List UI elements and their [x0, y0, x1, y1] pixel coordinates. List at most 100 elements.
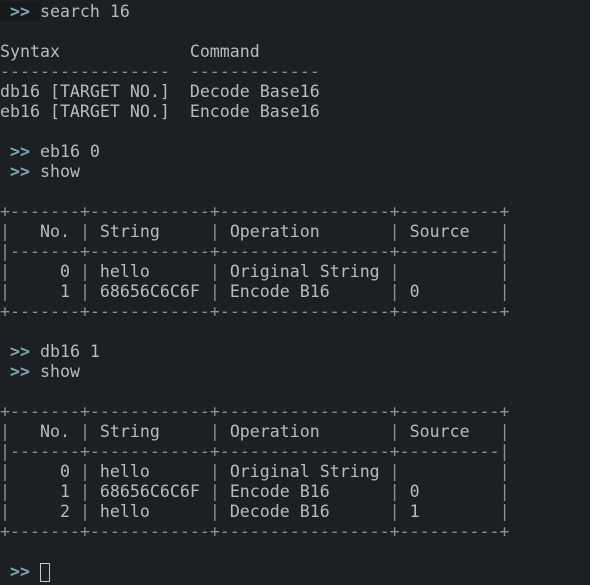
operation-cell: Encode B16	[219, 482, 390, 501]
search-divider: ----------------- -------------	[0, 62, 320, 82]
number-cell: 1	[10, 482, 80, 501]
border: +-------+------------+-----------------+…	[0, 402, 510, 421]
search-header: Syntax Command	[0, 42, 260, 62]
string-cell: String	[89, 422, 210, 441]
table-row: | 1 | 68656C6C6F | Encode B16 | 0 |	[0, 282, 510, 302]
separator: |-------+------------+-----------------+…	[0, 242, 510, 261]
cell-divider: |	[0, 222, 10, 241]
cell-divider: |	[79, 482, 90, 501]
table-border: +-------+------------+-----------------+…	[0, 402, 510, 422]
search-result-row: eb16 [TARGET NO.] Encode Base16	[0, 102, 320, 122]
command-text: show	[39, 362, 80, 381]
table-row: | 1 | 68656C6C6F | Encode B16 | 0 |	[0, 482, 510, 502]
cell-divider: |	[209, 282, 220, 301]
operation-cell: Original String	[219, 262, 390, 281]
operation-cell: Operation	[219, 422, 390, 441]
source-cell	[400, 462, 500, 481]
operation-cell: Original String	[219, 462, 390, 481]
number-cell: 1	[10, 282, 80, 301]
cell-divider: |	[79, 282, 90, 301]
cell-divider: |	[0, 502, 10, 521]
prompt-symbol: >>	[0, 2, 40, 21]
divider: ----------------- -------------	[0, 62, 320, 81]
cell-divider: |	[499, 422, 510, 441]
border: +-------+------------+-----------------+…	[0, 202, 510, 221]
number-cell: 0	[10, 462, 80, 481]
command-text: eb16 0	[39, 142, 100, 161]
separator: |-------+------------+-----------------+…	[0, 442, 510, 461]
source-cell: Source	[399, 422, 500, 441]
cell-divider: |	[389, 422, 400, 441]
command-cell: Decode Base16	[189, 82, 320, 101]
cell-divider: |	[499, 462, 510, 481]
cell-divider: |	[209, 422, 220, 441]
cell-divider: |	[209, 222, 220, 241]
number-cell: 0	[10, 262, 80, 281]
command-line: >> show	[0, 162, 80, 182]
table-row: | 2 | hello | Decode B16 | 1 |	[0, 502, 510, 522]
prompt-symbol: >>	[0, 162, 40, 181]
table-separator: |-------+------------+-----------------+…	[0, 242, 510, 262]
string-cell: String	[89, 222, 210, 241]
cell-divider: |	[389, 482, 400, 501]
command-line: >> show	[0, 362, 80, 382]
prompt-symbol: >>	[0, 562, 40, 581]
command-text: show	[39, 162, 80, 181]
cell-divider: |	[0, 422, 10, 441]
table-row: | 0 | hello | Original String | |	[0, 462, 510, 482]
cell-divider: |	[209, 482, 220, 501]
cell-divider: |	[499, 262, 510, 281]
cell-divider: |	[0, 462, 10, 481]
cell-divider: |	[389, 502, 400, 521]
table-row: | 0 | hello | Original String | |	[0, 262, 510, 282]
prompt-symbol: >>	[0, 362, 40, 381]
header-syntax: Syntax	[0, 42, 190, 61]
operation-cell: Operation	[219, 222, 390, 241]
operation-cell: Decode B16	[219, 502, 390, 521]
cell-divider: |	[499, 502, 510, 521]
command-line: >> eb16 0	[0, 142, 100, 162]
command-input[interactable]: >>	[0, 562, 50, 582]
number-cell: 2	[10, 502, 80, 521]
operation-cell: Encode B16	[219, 282, 390, 301]
source-cell: 0	[399, 482, 500, 501]
cell-divider: |	[209, 502, 220, 521]
cell-divider: |	[499, 282, 510, 301]
cell-divider: |	[389, 222, 400, 241]
table-separator: |-------+------------+-----------------+…	[0, 442, 510, 462]
cell-divider: |	[0, 482, 10, 501]
border: +-------+------------+-----------------+…	[0, 522, 510, 541]
command-text: search 16	[39, 2, 130, 21]
cell-divider: |	[389, 462, 400, 481]
table-header: | No. | String | Operation | Source |	[0, 422, 510, 442]
cell-divider: |	[79, 462, 90, 481]
string-cell: hello	[89, 262, 210, 281]
cell-divider: |	[389, 262, 400, 281]
text-cursor	[39, 563, 50, 582]
string-cell: 68656C6C6F	[89, 282, 210, 301]
source-cell: Source	[399, 222, 500, 241]
command-line: >> db16 1	[0, 342, 100, 362]
cell-divider: |	[0, 282, 10, 301]
prompt-symbol: >>	[0, 342, 40, 361]
source-cell	[400, 262, 500, 281]
table-header: | No. | String | Operation | Source |	[0, 222, 510, 242]
cell-divider: |	[79, 502, 90, 521]
table-border: +-------+------------+-----------------+…	[0, 202, 510, 222]
table-border: +-------+------------+-----------------+…	[0, 302, 510, 322]
cell-divider: |	[79, 262, 90, 281]
cell-divider: |	[209, 262, 220, 281]
cell-divider: |	[209, 462, 220, 481]
source-cell: 1	[399, 502, 500, 521]
string-cell: 68656C6C6F	[89, 482, 210, 501]
number-cell: No.	[10, 422, 80, 441]
string-cell: hello	[89, 462, 210, 481]
search-result-row: db16 [TARGET NO.] Decode Base16	[0, 82, 320, 102]
command-line: >> search 16	[0, 2, 130, 22]
command-text: db16 1	[39, 342, 100, 361]
command-cell: Encode Base16	[189, 102, 320, 121]
cell-divider: |	[389, 282, 400, 301]
header-command: Command	[189, 42, 260, 61]
cell-divider: |	[0, 262, 10, 281]
syntax-cell: eb16 [TARGET NO.]	[0, 102, 190, 121]
